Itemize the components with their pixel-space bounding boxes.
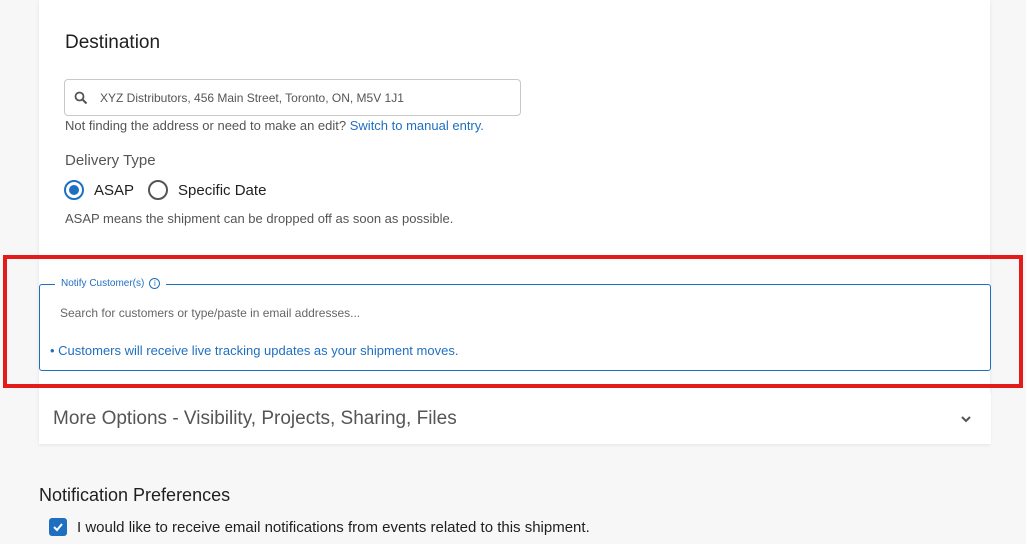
address-search-input[interactable] <box>100 90 500 105</box>
notify-customers-note: • Customers will receive live tracking u… <box>50 343 459 358</box>
destination-title: Destination <box>65 32 161 53</box>
checkmark-icon <box>53 523 63 532</box>
notify-customers-legend: Notify Customer(s) i <box>55 278 167 289</box>
specific-date-radio-label[interactable]: Specific Date <box>178 182 266 199</box>
notify-customers-input[interactable] <box>60 306 960 320</box>
email-notifications-row: I would like to receive email notificati… <box>49 518 590 536</box>
search-icon <box>74 91 88 105</box>
more-options-accordion[interactable]: More Options - Visibility, Projects, Sha… <box>39 393 991 444</box>
email-notifications-label[interactable]: I would like to receive email notificati… <box>77 519 590 536</box>
notification-preferences-title: Notification Preferences <box>39 485 231 505</box>
delivery-type-label: Delivery Type <box>65 152 156 169</box>
asap-radio[interactable] <box>64 180 84 200</box>
delivery-type-description: ASAP means the shipment can be dropped o… <box>65 211 454 226</box>
info-icon[interactable]: i <box>149 278 161 289</box>
email-notifications-checkbox[interactable] <box>49 518 67 536</box>
address-hint: Not finding the address or need to make … <box>65 118 484 133</box>
delivery-type-options: ASAP Specific Date <box>64 180 266 200</box>
manual-entry-link[interactable]: Switch to manual entry. <box>350 118 484 133</box>
asap-radio-label[interactable]: ASAP <box>94 182 134 199</box>
more-options-label[interactable]: More Options - Visibility, Projects, Sha… <box>53 408 457 430</box>
address-hint-text: Not finding the address or need to make … <box>65 118 350 133</box>
specific-date-radio[interactable] <box>148 180 169 200</box>
notify-customers-label: Notify Customer(s) <box>61 278 145 289</box>
chevron-down-icon[interactable] <box>959 412 973 426</box>
address-search-field[interactable] <box>64 79 521 116</box>
